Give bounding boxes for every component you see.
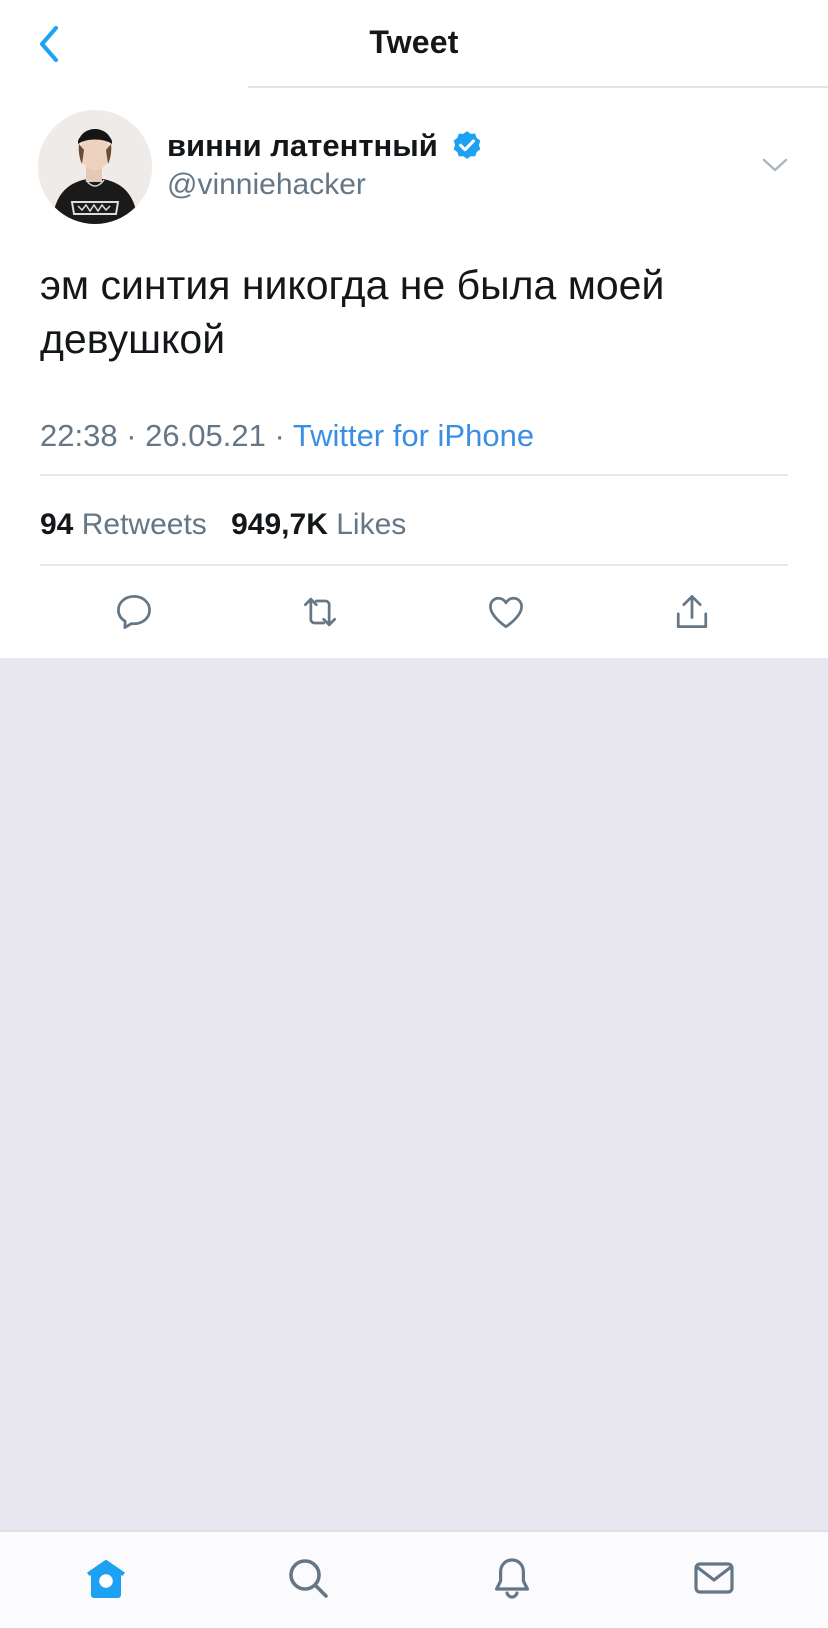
home-icon [87,1559,125,1598]
likes-stat[interactable]: 949,7K Likes [231,508,422,541]
bottom-tab-bar [0,1530,828,1628]
author-name-row[interactable]: винни латентный [167,128,484,164]
reply-icon [117,595,151,629]
likes-label: Likes [336,508,407,541]
tweet-time: 22:38 [40,418,118,453]
bell-icon [495,1558,529,1599]
tweet-actions [0,590,828,640]
mail-icon [694,1562,734,1594]
retweets-count: 94 [40,508,74,541]
meta-separator: · [274,418,285,453]
navigation-bar: Tweet [0,0,828,88]
page-title: Tweet [369,24,459,60]
tweet-source-link[interactable]: Twitter for iPhone [293,418,534,453]
author-handle[interactable]: @vinniehacker [167,168,366,202]
tweet-date: 26.05.21 [145,418,266,453]
share-icon [676,595,708,629]
more-options-button[interactable] [760,152,790,178]
meta-separator: · [126,418,137,453]
divider [40,474,788,476]
author-avatar[interactable] [38,110,152,224]
chevron-down-icon [762,158,788,172]
retweet-icon [303,597,337,627]
tab-messages[interactable] [690,1554,738,1602]
tab-search[interactable] [284,1554,332,1602]
tweet-stats: 94 Retweets 949,7K Likes [40,508,422,542]
search-icon [289,1559,328,1598]
likes-count: 949,7K [231,508,328,541]
retweets-label: Retweets [81,508,207,541]
tweet-meta: 22:38 · 26.05.21 · Twitter for iPhone [40,418,534,454]
like-button[interactable] [484,590,528,634]
avatar-image [38,110,152,224]
tweet-detail-screen: Tweet винни латентный @vinniehacker эм с… [0,0,828,1628]
share-button[interactable] [670,590,714,634]
tweet-text: эм синтия никогда не была моей девушкой [40,262,665,362]
tab-home[interactable] [82,1554,130,1602]
verified-badge-icon [453,131,481,159]
retweets-stat[interactable]: 94 Retweets [40,508,231,541]
heart-icon [489,596,523,629]
tab-notifications[interactable] [488,1554,536,1602]
nav-divider [248,86,828,88]
retweet-button[interactable] [298,590,342,634]
reply-button[interactable] [112,590,156,634]
author-name: винни латентный [167,128,438,163]
divider [40,564,788,566]
empty-replies-area [0,658,828,1530]
